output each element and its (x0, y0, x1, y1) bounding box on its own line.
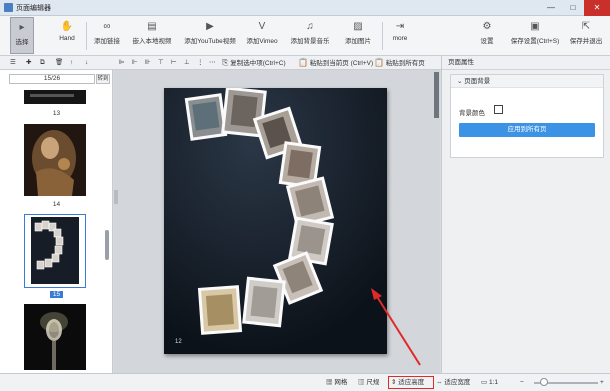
add-vimeo-button[interactable]: V 添加Vimeo (244, 17, 280, 54)
fit-width-icon: ⇔ (436, 379, 443, 386)
save-exit-button[interactable]: ⇱ 保存并退出 (566, 17, 606, 54)
ruler-toggle[interactable]: ▥ 尺规 (358, 378, 379, 388)
highlight-box (388, 376, 434, 389)
grid-icon: ▦ (326, 379, 333, 386)
move-up-icon[interactable]: ↑ (70, 58, 73, 68)
thumbnail-image (31, 217, 79, 284)
distribute-v-icon[interactable]: ⋯ (209, 58, 216, 68)
copy-icon: ⎘ (222, 58, 229, 67)
select-tool-button[interactable]: ▸ 选择 (10, 17, 34, 54)
left-splitter[interactable] (114, 190, 118, 204)
add-link-button[interactable]: ∞ 添加链接 (90, 17, 124, 54)
go-to-page-button[interactable]: 转到 (96, 74, 110, 84)
vimeo-icon: V (258, 21, 266, 32)
editor-canvas[interactable]: 12 (114, 70, 440, 373)
copy-selection-button[interactable]: ⎘ 复制选中项(Ctrl+C) (222, 58, 286, 68)
bg-color-swatch[interactable] (494, 105, 503, 114)
thumbnail-page-14[interactable] (24, 124, 86, 196)
add-youtube-button[interactable]: ▶ 添加YouTube视频 (180, 17, 240, 54)
youtube-icon: ▶ (206, 21, 214, 32)
film-icon: ▤ (147, 21, 157, 32)
align-top-icon[interactable]: ⊤ (158, 58, 164, 68)
hand-icon: ✋ (60, 21, 74, 32)
app-icon (4, 3, 13, 12)
grid-toggle[interactable]: ▦ 网格 (326, 378, 347, 388)
music-note-icon: ♫ (306, 21, 314, 32)
thumbnail-label-selected: 15 (0, 291, 113, 298)
exit-icon: ⇱ (581, 21, 591, 32)
apply-all-pages-button[interactable]: 应用到所有页 (459, 123, 595, 137)
ribbon-toolbar: ▸ 选择 ✋ Hand ∞ 添加链接 ▤ 嵌入本地视频 ▶ 添加YouTube视… (0, 16, 610, 56)
add-music-button[interactable]: ♫ 添加背景音乐 (284, 17, 336, 54)
duplicate-page-icon[interactable]: ⧉ (40, 58, 45, 68)
page-indicator-input[interactable]: 15/26 (9, 74, 95, 84)
add-image-button[interactable]: ▨ 添加图片 (340, 17, 376, 54)
more-icon: ⇥ (395, 21, 405, 32)
hand-tool-button[interactable]: ✋ Hand (52, 17, 82, 54)
thumbnail-page-13[interactable] (24, 90, 86, 104)
image-icon: ▨ (353, 21, 363, 32)
paste-current-button[interactable]: 📋 粘贴到当前页 (Ctrl+V) (298, 58, 373, 68)
ribbon-separator (382, 22, 383, 50)
link-icon: ∞ (103, 21, 111, 32)
section-header[interactable]: ⌄ 页面背景 (451, 75, 603, 88)
properties-panel: 页面属性 ⌄ 页面背景 背景颜色 应用到所有页 (441, 56, 610, 373)
more-button[interactable]: ⇥ more (388, 17, 412, 54)
status-bar: ▦ 网格 ▥ 尺规 ⇕ 适应高度 ⇔ 适应宽度 ▭ 1:1 − + (0, 373, 610, 391)
thumbnail-scrollbar[interactable] (105, 230, 109, 260)
align-bottom-icon[interactable]: ⊥ (184, 58, 190, 68)
canvas-scrollbar[interactable] (434, 72, 439, 118)
maximize-button[interactable]: □ (562, 0, 584, 16)
thumbnail-label: 13 (52, 110, 61, 117)
window-controls: — □ ✕ (540, 0, 610, 16)
title-bar: 页面编辑器 — □ ✕ (0, 0, 610, 16)
align-right-icon[interactable]: ⊪ (145, 58, 151, 68)
embed-local-video-button[interactable]: ▤ 嵌入本地视频 (128, 17, 176, 54)
ribbon-separator (86, 22, 87, 50)
page-number: 12 (175, 339, 182, 345)
page-preview[interactable]: 12 (164, 88, 387, 354)
bg-color-label: 背景颜色 (459, 110, 485, 117)
paste-all-button[interactable]: 📋 粘贴到所有页 (374, 58, 425, 68)
ruler-icon: ▥ (358, 379, 365, 386)
thumbnail-page-16[interactable] (24, 304, 86, 370)
paste-all-icon: 📋 (374, 58, 384, 67)
thumbnail-panel: 15/26 转到 13 14 15 (0, 70, 113, 373)
thumbnail-image (24, 124, 86, 196)
add-page-icon[interactable]: ✚ (26, 58, 31, 68)
close-button[interactable]: ✕ (584, 0, 610, 16)
save-icon: ▣ (530, 21, 540, 32)
align-center-icon[interactable]: ⊩ (132, 58, 138, 68)
save-settings-button[interactable]: ▣ 保存设置(Ctrl+S) (508, 17, 562, 54)
delete-page-icon[interactable]: 🗑 (55, 58, 63, 68)
distribute-h-icon[interactable]: ⋮ (197, 58, 204, 68)
zoom-slider-handle[interactable] (540, 378, 548, 386)
thumbnail-page-15[interactable] (24, 214, 86, 288)
window-title: 页面编辑器 (16, 5, 51, 12)
list-icon[interactable]: ☰ (10, 58, 16, 68)
align-left-icon[interactable]: ⊫ (119, 58, 125, 68)
photo-collage (164, 88, 387, 354)
zoom-out-button[interactable]: − (520, 378, 524, 388)
cursor-icon: ▸ (19, 22, 25, 33)
page-background-section: ⌄ 页面背景 背景颜色 应用到所有页 (450, 74, 604, 158)
paste-icon: 📋 (298, 58, 308, 67)
zoom-in-button[interactable]: + (600, 378, 604, 388)
zoom-icon: ▭ (481, 379, 488, 386)
minimize-button[interactable]: — (540, 0, 562, 16)
thumbnail-image (24, 304, 86, 370)
move-down-icon[interactable]: ↓ (85, 58, 88, 68)
panel-header: 页面属性 (442, 56, 610, 70)
zoom-1-1-button[interactable]: ▭ 1:1 (481, 378, 498, 388)
thumbnail-label: 14 (52, 201, 61, 208)
settings-button[interactable]: ⚙ 设置 (476, 17, 498, 54)
fit-width-button[interactable]: ⇔ 适应宽度 (436, 378, 470, 388)
align-middle-icon[interactable]: ⊢ (171, 58, 177, 68)
gear-icon: ⚙ (482, 21, 492, 32)
